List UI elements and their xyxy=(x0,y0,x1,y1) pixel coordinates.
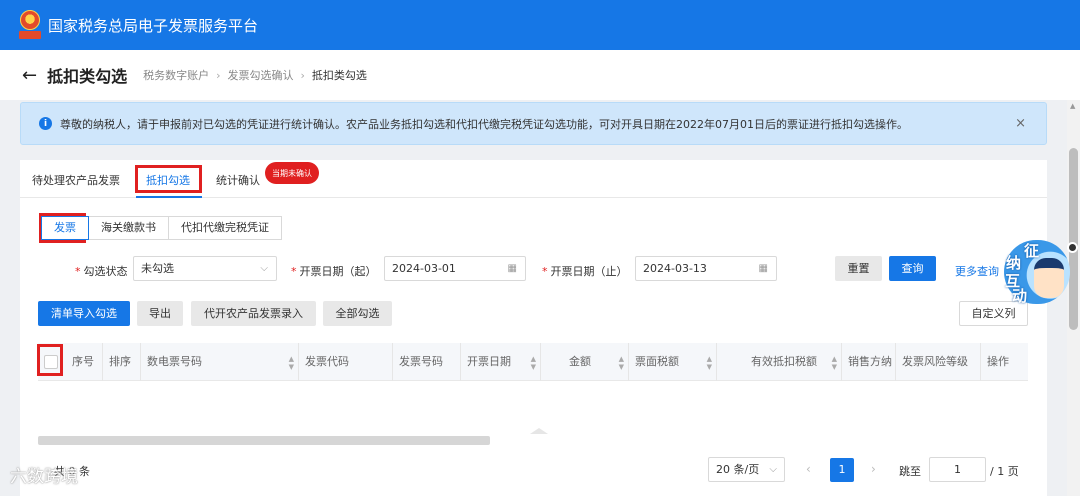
top-header: 国家税务总局电子发票服务平台 xyxy=(0,0,1080,50)
calendar-icon: ▦ xyxy=(507,263,517,274)
mascot-char: 动 xyxy=(1012,287,1028,305)
start-date-label: * 开票日期（起） xyxy=(291,265,377,278)
sort-icon[interactable]: ▲ ▼ xyxy=(707,343,712,371)
chevron-down-icon: ⌵ xyxy=(260,263,268,274)
mascot-avatar xyxy=(1034,258,1064,298)
sort-icon[interactable]: ▲ ▼ xyxy=(289,343,294,371)
column-header[interactable]: 数电票号码 ▲ ▼ xyxy=(140,343,298,381)
column-header: 序号 xyxy=(72,355,94,368)
empty-table-indicator xyxy=(530,428,548,434)
watermark: 六数跨境 xyxy=(10,467,78,487)
end-date-label: * 开票日期（止） xyxy=(542,265,628,278)
column-header[interactable]: 有效抵扣税额 ▲ ▼ xyxy=(716,343,841,381)
jump-label: 跳至 xyxy=(899,465,921,478)
agri-entry-button[interactable]: 代开农产品发票录入 xyxy=(191,301,316,326)
select-all-button[interactable]: 全部勾选 xyxy=(323,301,392,326)
scroll-up-icon[interactable]: ▲ xyxy=(1070,102,1075,110)
column-header: 发票号码 xyxy=(392,343,460,381)
start-date-input[interactable]: 2024-03-01 ▦ xyxy=(384,256,526,281)
column-header: 发票代码 xyxy=(298,343,392,381)
breadcrumb-item[interactable]: 税务数字账户 xyxy=(143,67,209,83)
column-header: 发票风险等级 xyxy=(895,343,980,381)
sort-icon[interactable]: ▲ ▼ xyxy=(619,343,624,371)
page-size-select[interactable]: 20 条/页 ⌵ xyxy=(708,457,785,482)
doc-type-switch: 发票 海关缴款书 代扣代缴完税凭证 xyxy=(41,216,282,240)
notice-banner: i 尊敬的纳税人，请于申报前对已勾选的凭证进行统计确认。农产品业务抵扣勾选和代扣… xyxy=(20,102,1047,145)
column-header: 操作 xyxy=(980,343,1028,381)
chevron-right-icon: › xyxy=(300,68,305,82)
current-page-button[interactable]: 1 xyxy=(830,458,854,482)
column-header[interactable]: 票面税额 ▲ ▼ xyxy=(628,343,716,381)
side-handle-icon[interactable] xyxy=(1067,242,1078,253)
chevron-right-icon: › xyxy=(216,68,221,82)
breadcrumb-item[interactable]: 发票勾选确认 xyxy=(228,67,294,83)
horizontal-scrollbar[interactable] xyxy=(38,436,490,445)
prev-page-icon[interactable]: ‹ xyxy=(806,462,811,476)
breadcrumb-current: 抵扣类勾选 xyxy=(311,69,367,82)
tab-pending-agri[interactable]: 待处理农产品发票 xyxy=(32,172,120,188)
import-select-button[interactable]: 清单导入勾选 xyxy=(38,301,130,326)
info-icon: i xyxy=(39,117,52,130)
end-date-input[interactable]: 2024-03-13 ▦ xyxy=(635,256,777,281)
breadcrumb: 税务数字账户 › 发票勾选确认 › 抵扣类勾选 xyxy=(143,67,367,83)
back-arrow-icon[interactable]: ← xyxy=(22,65,37,86)
next-page-icon[interactable]: › xyxy=(871,462,876,476)
table-header: 序号 排序 数电票号码 ▲ ▼ 发票代码 发票号码 开票日期 ▲ ▼ 金额 ▲ ▼ 票面税额… xyxy=(38,343,1028,381)
highlight-box xyxy=(135,165,202,193)
chevron-down-icon: ⌵ xyxy=(769,464,777,475)
total-pages: / 1 页 xyxy=(990,465,1019,478)
notice-text: 尊敬的纳税人，请于申报前对已勾选的凭证进行统计确认。农产品业务抵扣勾选和代扣代缴… xyxy=(60,117,908,131)
page-title: 抵扣类勾选 xyxy=(47,67,128,86)
jump-page-input[interactable]: 1 xyxy=(929,457,986,482)
column-header: 排序 xyxy=(102,343,140,381)
status-label: * 勾选状态 xyxy=(75,265,128,278)
interaction-mascot[interactable]: 征 纳 互 动 xyxy=(1004,240,1070,305)
scrollbar-thumb[interactable] xyxy=(1069,148,1078,330)
platform-title: 国家税务总局电子发票服务平台 xyxy=(48,16,259,35)
doc-type-customs[interactable]: 海关缴款书 xyxy=(88,216,169,240)
close-icon[interactable]: × xyxy=(1015,116,1026,131)
status-select[interactable]: 未勾选 ⌵ xyxy=(133,256,277,281)
export-button[interactable]: 导出 xyxy=(137,301,183,326)
more-query-link[interactable]: 更多查询 xyxy=(955,263,999,279)
tab-stat-confirm[interactable]: 统计确认 xyxy=(216,172,260,188)
column-header[interactable]: 开票日期 ▲ ▼ xyxy=(460,343,540,381)
doc-type-invoice[interactable]: 发票 xyxy=(41,216,89,240)
sort-icon[interactable]: ▲ ▼ xyxy=(531,343,536,371)
sort-icon[interactable]: ▲ ▼ xyxy=(832,343,837,371)
main-card: 待处理农产品发票 抵扣勾选 统计确认 当期未确认 发票 海关缴款书 代扣代缴完税… xyxy=(20,160,1047,496)
tax-emblem-icon xyxy=(18,10,42,40)
mascot-char: 征 xyxy=(1024,242,1040,260)
column-header: 销售方纳 xyxy=(841,343,895,381)
unconfirmed-badge: 当期未确认 xyxy=(265,162,319,184)
highlight-box xyxy=(37,344,63,376)
doc-type-withholding[interactable]: 代扣代缴完税凭证 xyxy=(168,216,282,240)
page-header: ← 抵扣类勾选 税务数字账户 › 发票勾选确认 › 抵扣类勾选 xyxy=(0,50,1080,100)
reset-button[interactable]: 重置 xyxy=(835,256,882,281)
active-tab-indicator xyxy=(136,196,202,198)
column-header[interactable]: 金额 ▲ ▼ xyxy=(540,343,628,381)
query-button[interactable]: 查询 xyxy=(889,256,936,281)
calendar-icon: ▦ xyxy=(758,263,768,274)
